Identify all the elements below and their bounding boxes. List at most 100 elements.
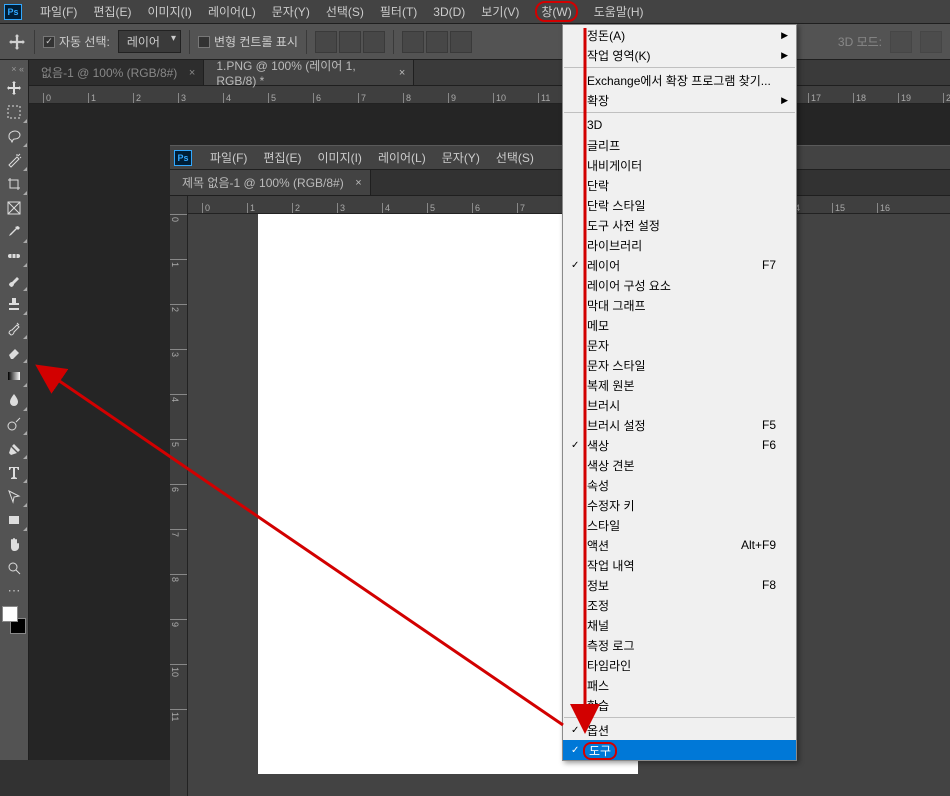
- tool-path[interactable]: [0, 484, 28, 508]
- tool-frame[interactable]: [0, 196, 28, 220]
- nested-tab[interactable]: 제목 없음-1 @ 100% (RGB/8#) ×: [170, 170, 371, 195]
- edit-toolbar-icon[interactable]: ⋯: [8, 580, 21, 602]
- tool-history[interactable]: [0, 316, 28, 340]
- menu-item-글리프[interactable]: 글리프: [563, 135, 796, 155]
- mode3d-icon[interactable]: [890, 31, 912, 53]
- layer-dropdown[interactable]: 레이어: [118, 30, 181, 53]
- menu-item-색상 견본[interactable]: 색상 견본: [563, 455, 796, 475]
- menu-item-학습[interactable]: 학습: [563, 695, 796, 715]
- menu-레이어(L)[interactable]: 레이어(L): [200, 0, 264, 23]
- tool-heal[interactable]: [0, 244, 28, 268]
- tool-marquee[interactable]: [0, 100, 28, 124]
- close-icon[interactable]: ×: [355, 177, 361, 189]
- menu-item-문자[interactable]: 문자: [563, 335, 796, 355]
- tool-eraser[interactable]: [0, 340, 28, 364]
- menu-item-옵션[interactable]: ✓옵션: [563, 720, 796, 740]
- tool-gradient[interactable]: [0, 364, 28, 388]
- menu-item-브러시 설정[interactable]: 브러시 설정F5: [563, 415, 796, 435]
- ruler-tick: 0: [43, 93, 88, 103]
- menu-item-액션[interactable]: 액션Alt+F9: [563, 535, 796, 555]
- menu-창(W)[interactable]: 창(W): [527, 0, 585, 23]
- menu-item-레이어[interactable]: ✓레이어F7: [563, 255, 796, 275]
- menu-이미지(I)[interactable]: 이미지(I): [139, 0, 199, 23]
- menu-item-색상[interactable]: ✓색상F6: [563, 435, 796, 455]
- menu-item-조정[interactable]: 조정: [563, 595, 796, 615]
- menu-item-작업 영역(K)[interactable]: 작업 영역(K)▶: [563, 45, 796, 65]
- tool-blur[interactable]: [0, 388, 28, 412]
- menu-선택(S)[interactable]: 선택(S): [318, 0, 372, 23]
- document-tab[interactable]: 없음-1 @ 100% (RGB/8#)×: [29, 60, 204, 85]
- menu-item-정보[interactable]: 정보F8: [563, 575, 796, 595]
- menu-item-Exchange에서 확장 프로그램 찾기...[interactable]: Exchange에서 확장 프로그램 찾기...: [563, 70, 796, 90]
- menu-item-단락[interactable]: 단락: [563, 175, 796, 195]
- tool-lasso[interactable]: [0, 124, 28, 148]
- menu-레이어(L)[interactable]: 레이어(L): [370, 146, 434, 169]
- foreground-color[interactable]: [2, 606, 18, 622]
- menu-item-패스[interactable]: 패스: [563, 675, 796, 695]
- menu-문자(Y)[interactable]: 문자(Y): [264, 0, 318, 23]
- menu-item-수정자 키[interactable]: 수정자 키: [563, 495, 796, 515]
- menu-item-라이브러리[interactable]: 라이브러리: [563, 235, 796, 255]
- menu-파일(F)[interactable]: 파일(F): [202, 146, 255, 169]
- menu-[interactable]: [542, 146, 558, 169]
- menu-item-타임라인[interactable]: 타임라인: [563, 655, 796, 675]
- menu-item-정돈(A)[interactable]: 정돈(A)▶: [563, 25, 796, 45]
- menu-편집(E)[interactable]: 편집(E): [85, 0, 139, 23]
- menu-item-작업 내역[interactable]: 작업 내역: [563, 555, 796, 575]
- menu-3D(D)[interactable]: 3D(D): [425, 0, 473, 23]
- menu-item-브러시[interactable]: 브러시: [563, 395, 796, 415]
- menu-선택(S)[interactable]: 선택(S): [488, 146, 542, 169]
- auto-select-checkbox[interactable]: ✓ 자동 선택:: [43, 33, 110, 50]
- tool-wand[interactable]: [0, 148, 28, 172]
- menu-item-3D[interactable]: 3D: [563, 115, 796, 135]
- menu-item-도구 사전 설정[interactable]: 도구 사전 설정: [563, 215, 796, 235]
- menu-item-속성[interactable]: 속성: [563, 475, 796, 495]
- menu-item-레이어 구성 요소[interactable]: 레이어 구성 요소: [563, 275, 796, 295]
- menu-item-문자 스타일[interactable]: 문자 스타일: [563, 355, 796, 375]
- align-icon[interactable]: [363, 31, 385, 53]
- tool-dodge[interactable]: [0, 412, 28, 436]
- menu-문자(Y)[interactable]: 문자(Y): [434, 146, 488, 169]
- menu-item-확장[interactable]: 확장▶: [563, 90, 796, 110]
- tool-eyedropper[interactable]: [0, 220, 28, 244]
- document-tab[interactable]: 1.PNG @ 100% (레이어 1, RGB/8) *×: [204, 60, 414, 85]
- tool-hand[interactable]: [0, 532, 28, 556]
- tool-type[interactable]: [0, 460, 28, 484]
- menu-파일(F)[interactable]: 파일(F): [32, 0, 85, 23]
- menu-도움말(H)[interactable]: 도움말(H): [586, 0, 652, 23]
- align-icon[interactable]: [450, 31, 472, 53]
- color-swatch[interactable]: [0, 606, 28, 634]
- menu-편집(E)[interactable]: 편집(E): [255, 146, 309, 169]
- tool-stamp[interactable]: [0, 292, 28, 316]
- tool-zoom[interactable]: [0, 556, 28, 580]
- tool-pen[interactable]: [0, 436, 28, 460]
- menu-보기(V)[interactable]: 보기(V): [473, 0, 527, 23]
- collapse-icon[interactable]: × «: [0, 64, 28, 76]
- tool-crop[interactable]: [0, 172, 28, 196]
- align-icon[interactable]: [315, 31, 337, 53]
- menu-item-채널[interactable]: 채널: [563, 615, 796, 635]
- align-icon[interactable]: [402, 31, 424, 53]
- menu-item-label: 브러시 설정: [587, 417, 646, 434]
- tool-rect[interactable]: [0, 508, 28, 532]
- align-icon[interactable]: [426, 31, 448, 53]
- align-icon[interactable]: [339, 31, 361, 53]
- menu-이미지(I)[interactable]: 이미지(I): [309, 146, 369, 169]
- tool-move[interactable]: [0, 76, 28, 100]
- menu-item-막대 그래프[interactable]: 막대 그래프: [563, 295, 796, 315]
- menu-item-복제 원본[interactable]: 복제 원본: [563, 375, 796, 395]
- menu-item-측정 로그[interactable]: 측정 로그: [563, 635, 796, 655]
- tool-brush[interactable]: [0, 268, 28, 292]
- mode3d-icon[interactable]: [920, 31, 942, 53]
- close-icon[interactable]: ×: [399, 67, 405, 79]
- menu-item-내비게이터[interactable]: 내비게이터: [563, 155, 796, 175]
- menu-item-단락 스타일[interactable]: 단락 스타일: [563, 195, 796, 215]
- menu-item-도구[interactable]: ✓도구: [563, 740, 796, 760]
- show-transform-checkbox[interactable]: 변형 컨트롤 표시: [198, 33, 298, 50]
- menu-item-메모[interactable]: 메모: [563, 315, 796, 335]
- menu-item-스타일[interactable]: 스타일: [563, 515, 796, 535]
- menu-item-label: 정돈(A): [587, 27, 625, 44]
- menu-필터(T)[interactable]: 필터(T): [372, 0, 425, 23]
- close-icon[interactable]: ×: [189, 67, 195, 79]
- align-group: [315, 31, 385, 53]
